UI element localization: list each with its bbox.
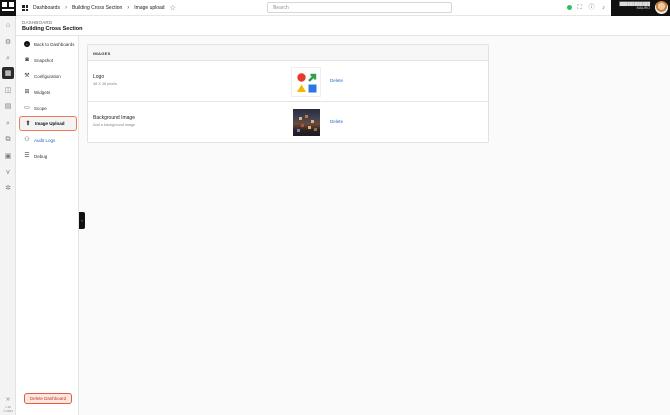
home-icon[interactable]: ⌂ <box>3 20 13 30</box>
search-icon: ⌕ <box>273 4 277 10</box>
nav-item-scope[interactable]: ▭ Scope <box>19 101 77 115</box>
background-image-subtitle: Add a background image <box>93 123 136 127</box>
page-header: DASHBOARD Building Cross Section <box>16 16 670 36</box>
query-icon[interactable]: ⌕ <box>3 118 13 128</box>
page-subtitle: DASHBOARD <box>22 20 53 25</box>
document-icon[interactable]: ▤ <box>3 101 13 111</box>
nav-item-image-upload[interactable]: ⬆ Image Upload <box>19 116 77 131</box>
copyright-text: © 2024 <box>3 409 13 413</box>
gear-icon[interactable]: ⚙ <box>3 37 13 47</box>
images-card-header: IMAGES <box>88 45 488 61</box>
scope-icon: ▭ <box>24 105 30 111</box>
avatar[interactable] <box>655 1 668 14</box>
star-icon[interactable]: ☆ <box>170 4 176 12</box>
images-card: IMAGES Logo 48 X 48 pixels Delete Backgr… <box>87 44 489 143</box>
delete-background-image-link[interactable]: Delete <box>330 119 343 124</box>
debug-icon: ☰ <box>24 153 30 159</box>
collapse-sidebar-handle[interactable]: ‹ <box>79 212 85 229</box>
layers-icon[interactable]: ◫ <box>3 85 13 95</box>
images-card-title: IMAGES <box>93 51 111 56</box>
help-icon[interactable]: ⓘ <box>588 4 595 11</box>
nav-item-label: Snapshot <box>34 57 54 63</box>
arrow-left-icon: ← <box>24 41 30 47</box>
chevron-right-icon: › <box>64 5 67 11</box>
widgets-icon: ⊞ <box>24 89 30 95</box>
filter-icon[interactable]: ⋎ <box>3 167 13 177</box>
nav-item-label: Configuration <box>34 73 61 79</box>
nav-item-label: Widgets <box>34 89 51 95</box>
background-image-thumbnail[interactable] <box>293 109 320 136</box>
dashboard-icon[interactable]: ▦ <box>2 67 14 79</box>
top-bar: Dashboards › Building Cross Section › Im… <box>16 0 670 16</box>
grid-icon <box>22 5 28 11</box>
camera-icon: ◙ <box>25 57 29 63</box>
user-icon: ⚇ <box>24 137 30 143</box>
nav-item-widgets[interactable]: ⊞ Widgets <box>19 85 77 99</box>
app-rail: ⌂ ⚙ ⌕ ▦ ◫ ▤ ⌕ ⧉ ▣ ⋎ ✲ » v 29 © 2024 <box>0 0 16 415</box>
user-menu[interactable]: ████████████ MAURO <box>611 0 670 16</box>
nav-item-label: Audit Logs <box>34 137 56 143</box>
delete-dashboard-button[interactable]: Delete Dashboard <box>24 393 72 404</box>
expand-icon[interactable]: » <box>3 394 13 404</box>
breadcrumb-dashboard-name[interactable]: Building Cross Section <box>72 5 122 11</box>
user-name-line2: MAURO <box>636 6 650 10</box>
wrench-icon: ⚒ <box>24 73 30 79</box>
breadcrumb-page: Image upload <box>134 5 165 11</box>
delete-logo-link[interactable]: Delete <box>330 78 343 83</box>
nav-item-label: Debug <box>34 153 48 159</box>
nav-item-audit-logs[interactable]: ⚇ Audit Logs <box>19 133 77 147</box>
settings-icon[interactable]: ✲ <box>3 183 13 193</box>
back-label: Back to Dashboards <box>34 41 75 47</box>
page-title: Building Cross Section <box>22 26 83 32</box>
logo-subtitle: 48 X 48 pixels <box>93 82 117 86</box>
nav-item-label: Image Upload <box>35 121 65 126</box>
settings-nav: ← Back to Dashboards ◙ Snapshot ⚒ Config… <box>16 36 79 415</box>
breadcrumb-dashboards[interactable]: Dashboards <box>33 5 60 11</box>
nav-item-snapshot[interactable]: ◙ Snapshot <box>19 53 77 67</box>
search-input[interactable]: Search ⌕ <box>267 2 452 13</box>
image-icon[interactable]: ▣ <box>3 151 13 161</box>
nav-item-configuration[interactable]: ⚒ Configuration <box>19 69 77 83</box>
back-to-dashboards-link[interactable]: ← Back to Dashboards <box>19 37 77 51</box>
nav-item-label: Scope <box>34 105 47 111</box>
logo-row: Logo 48 X 48 pixels Delete <box>88 61 488 102</box>
status-indicator <box>567 5 572 10</box>
fullscreen-icon[interactable]: ⛶ <box>576 4 583 11</box>
nav-item-debug[interactable]: ☰ Debug <box>19 149 77 163</box>
background-image-title: Background Image <box>93 115 135 121</box>
search-icon[interactable]: ⌕ <box>3 53 13 63</box>
chevron-right-icon: › <box>127 5 130 11</box>
link-icon[interactable]: ⧉ <box>3 134 13 144</box>
breadcrumb: Dashboards › Building Cross Section › Im… <box>22 4 176 12</box>
background-image-row: Background Image Add a background image … <box>88 102 488 143</box>
app-logo[interactable] <box>0 0 16 16</box>
user-name: ████████████ MAURO <box>614 2 650 10</box>
logo-thumbnail[interactable] <box>291 67 321 97</box>
bell-icon[interactable]: ♪ <box>600 4 607 11</box>
user-upload-icon: ⬆ <box>25 120 31 127</box>
logo-image <box>297 73 317 93</box>
logo-title: Logo <box>93 74 105 80</box>
